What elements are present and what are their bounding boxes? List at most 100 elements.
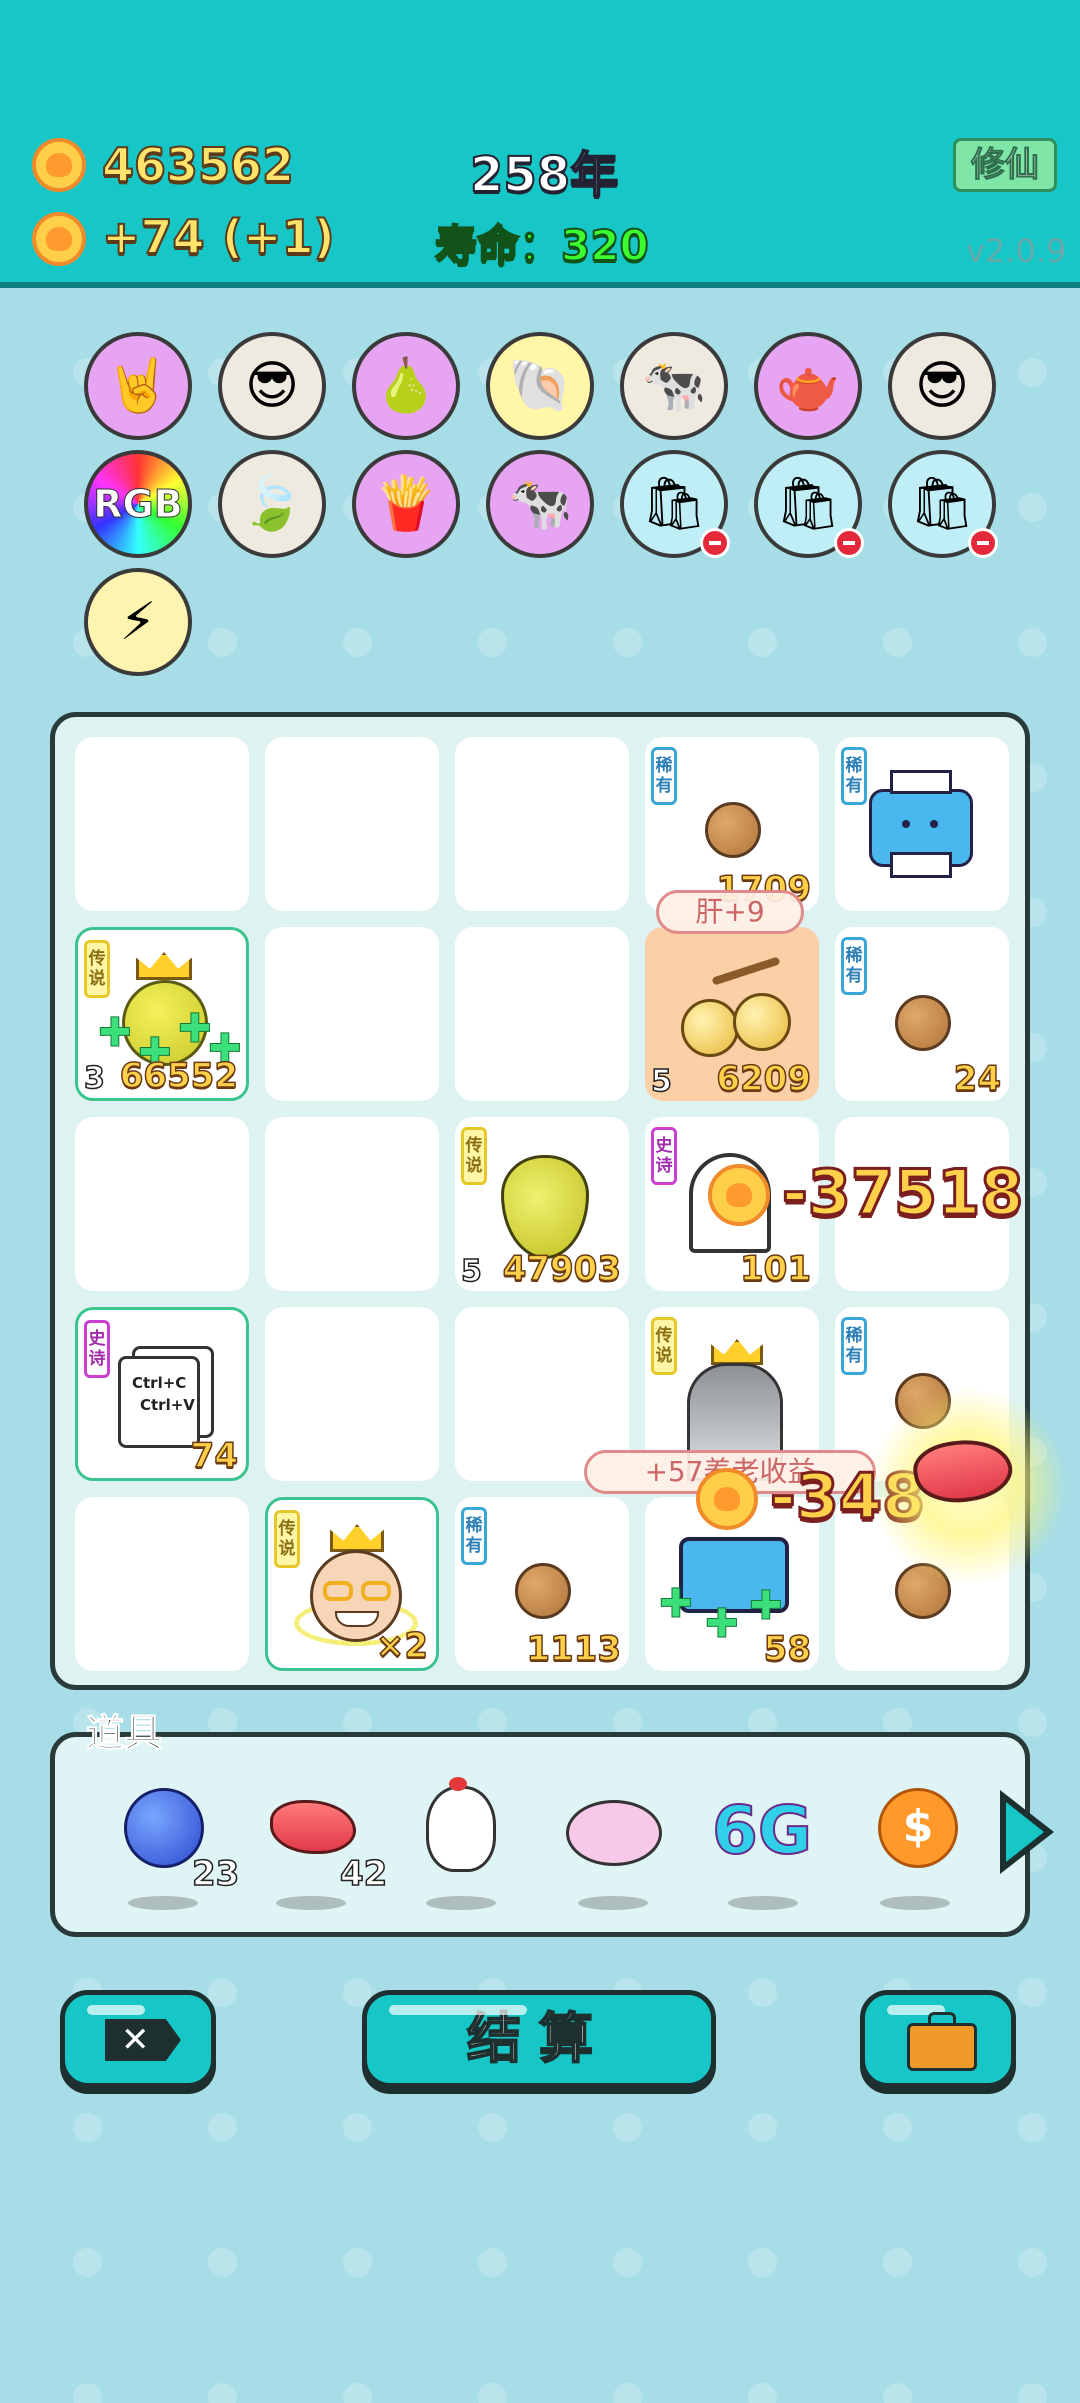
rgb-icon-glyph: RGB [93,482,183,527]
grid-cell-empty[interactable] [75,737,249,911]
cat-sunglasses-icon[interactable]: 😎 [888,332,996,440]
grid-cell-nut[interactable]: 稀有 24 [835,927,1009,1101]
income-bonus: (+1) [221,209,336,265]
income-rate: +74 [101,209,206,265]
grid-cell-boss[interactable]: 传说 ×2 [265,1497,439,1671]
prop-6g[interactable]: 6G [711,1782,822,1872]
grid-cell-empty[interactable] [75,1497,249,1671]
crown-icon [136,952,192,980]
prop-shadow [880,1896,950,1910]
prop-piggy-bank[interactable] [566,1782,662,1872]
lifespan-value: 320 [560,220,650,271]
cell-multiplier: ×2 [375,1625,429,1667]
cell-level: 3 [83,1060,105,1097]
props-next-arrow-fill [1006,1802,1044,1862]
grid-cell-empty[interactable] [455,737,629,911]
chicken-icon [426,1777,496,1872]
grid-cell-empty[interactable] [265,927,439,1101]
cell-value: 101 [739,1248,811,1290]
prop-blueberry[interactable]: 23 [118,1782,240,1895]
leaf-icon-glyph: 🍃 [239,474,305,534]
6g-icon: 6G [711,1791,813,1870]
version-label: v2.0.9 [966,232,1067,270]
dollar-coin-icon: $ [878,1788,958,1868]
crown-icon [330,1524,384,1552]
rarity-tag-rare: 稀有 [841,747,867,805]
cat-sunglasses-icon[interactable]: 😎 [218,332,326,440]
coin-icon [32,138,86,192]
prop-dollar-coin[interactable]: $ [872,1782,962,1872]
nut-icon [895,995,951,1051]
grid-cell-pear[interactable]: 传说 5 47903 [455,1117,629,1291]
prop-chicken[interactable] [416,1777,506,1872]
shell-icon-glyph: 🐚 [507,356,573,416]
cell-value: 74 [190,1435,239,1477]
cell-value: 6209 [716,1058,812,1100]
grid-cell-empty[interactable] [265,1307,439,1481]
briefcase-button[interactable] [860,1990,1016,2088]
bag-icon-glyph: 🛍 [774,474,841,534]
gravy-boat-icon[interactable]: 🫖 [754,332,862,440]
grid-cell-cherries[interactable]: 5 6209 [645,927,819,1101]
settle-button[interactable]: 结算 [362,1990,716,2088]
grid-cell-nut[interactable]: 稀有 1709 [645,737,819,911]
grid-cell-empty[interactable] [75,1117,249,1291]
button-shine [389,2005,527,2015]
cows-icon[interactable]: 🐄 [620,332,728,440]
grid-cell-nut[interactable]: 稀有 1113 [455,1497,629,1671]
liver-popup: 肝+9 [656,890,804,934]
pomelo-icon[interactable]: 🍐 [352,332,460,440]
cell-value: 58 [763,1628,812,1670]
printer-icon [869,770,973,878]
grid-cell-copy-paste[interactable]: 史诗 Ctrl+C Ctrl+V 74 [75,1307,249,1481]
gravy-boat-icon-glyph: 🫖 [775,356,841,416]
grid-cell-money-bag[interactable]: 传说 ✚ ✚ ✚ ✚ 3 66552 [75,927,249,1101]
cherry-stem [711,956,781,986]
fries-icon-glyph: 🍟 [373,474,439,534]
pomelo-icon-glyph: 🍐 [373,356,439,416]
rgb-icon[interactable]: RGB [84,450,192,558]
top-hud: 463562 +74 (+1) 258年 寿命：320 修仙 v2.0.9 [0,0,1080,288]
nut-icon [705,802,761,858]
cell-level: 5 [460,1253,482,1290]
bag-icon-glyph: 🛍 [640,474,707,534]
prop-shadow [276,1896,346,1910]
grid-cell-empty[interactable] [265,1117,439,1291]
cows-icon-glyph: 🐄 [641,356,707,416]
cultivate-button[interactable]: 修仙 [953,138,1057,192]
copy-paste-icon: Ctrl+C Ctrl+V [118,1346,218,1450]
rarity-tag-epic: 史诗 [84,1320,110,1378]
lightning-icon[interactable]: ⚡ [84,568,192,676]
remove-icon [968,528,998,558]
liver-icon [270,1800,356,1854]
cell-value: 1113 [526,1628,622,1670]
prop-liver[interactable]: 42 [266,1782,388,1895]
piggy-bank-icon [566,1800,662,1866]
rock-hand-icon[interactable]: 🤘 [84,332,192,440]
leaf-icon[interactable]: 🍃 [218,450,326,558]
prop-shadow [128,1896,198,1910]
grid-cell-empty[interactable] [455,927,629,1101]
pear-icon [501,1155,589,1259]
remove-icon [700,528,730,558]
coin-income-icon [32,212,86,266]
shell-icon[interactable]: 🐚 [486,332,594,440]
rarity-tag-legendary: 传说 [274,1510,300,1568]
close-icon: ✕ [105,2019,181,2061]
coin-deduction: -37518 [780,1155,1024,1231]
rarity-tag-rare: 稀有 [651,747,677,805]
coin-float-icon [708,1164,770,1226]
close-button[interactable]: ✕ [60,1990,216,2088]
cherries-icon-2 [733,993,791,1051]
prop-shadow [728,1896,798,1910]
fries-icon[interactable]: 🍟 [352,450,460,558]
prop-shadow [578,1896,648,1910]
prop-count: 23 [191,1853,240,1895]
rarity-tag-epic: 史诗 [651,1127,677,1185]
coin-total: 463562 [101,137,295,193]
grid-cell-empty[interactable] [265,737,439,911]
cows-icon[interactable]: 🐄 [486,450,594,558]
paste-label: Ctrl+V [140,1396,195,1414]
rarity-tag-rare: 稀有 [841,937,867,995]
grid-cell-printer[interactable]: 稀有 [835,737,1009,911]
